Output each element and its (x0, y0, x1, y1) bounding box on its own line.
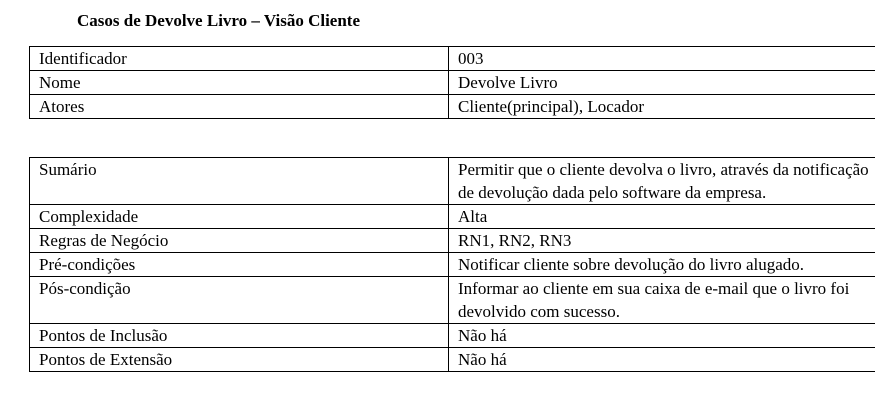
row-value-nome: Devolve Livro (448, 70, 875, 95)
use-case-identification-table: Identificador 003 Nome Devolve Livro Ato… (29, 46, 875, 119)
row-label-pos-condicao: Pós-condição (29, 276, 449, 324)
row-value-complexidade: Alta (448, 204, 875, 229)
table-row: Pré-condições Notificar cliente sobre de… (29, 252, 875, 277)
table-row: Identificador 003 (29, 46, 875, 71)
row-value-pre-condicoes: Notificar cliente sobre devolução do liv… (448, 252, 875, 277)
row-value-identificador: 003 (448, 46, 875, 71)
document-title: Casos de Devolve Livro – Visão Cliente (77, 11, 361, 30)
row-value-atores: Cliente(principal), Locador (448, 94, 875, 119)
row-value-pontos-de-extensao: Não há (448, 347, 875, 372)
table-row: Pontos de Inclusão Não há (29, 323, 875, 348)
row-value-sumario: Permitir que o cliente devolva o livro, … (448, 157, 875, 205)
row-label-sumario: Sumário (29, 157, 449, 205)
table-row: Pós-condição Informar ao cliente em sua … (29, 276, 875, 324)
row-label-pre-condicoes: Pré-condições (29, 252, 449, 277)
row-value-pos-condicao: Informar ao cliente em sua caixa de e-ma… (448, 276, 875, 324)
table-row: Atores Cliente(principal), Locador (29, 94, 875, 119)
row-label-atores: Atores (29, 94, 449, 119)
table-row: Regras de Negócio RN1, RN2, RN3 (29, 228, 875, 253)
row-label-complexidade: Complexidade (29, 204, 449, 229)
row-label-regras-de-negocio: Regras de Negócio (29, 228, 449, 253)
table-row: Nome Devolve Livro (29, 70, 875, 95)
row-label-identificador: Identificador (29, 46, 449, 71)
table-row: Complexidade Alta (29, 204, 875, 229)
table-row: Pontos de Extensão Não há (29, 347, 875, 372)
use-case-details-table: Sumário Permitir que o cliente devolva o… (29, 157, 875, 372)
row-label-pontos-de-extensao: Pontos de Extensão (29, 347, 449, 372)
row-label-nome: Nome (29, 70, 449, 95)
row-label-pontos-de-inclusao: Pontos de Inclusão (29, 323, 449, 348)
row-value-regras-de-negocio: RN1, RN2, RN3 (448, 228, 875, 253)
row-value-pontos-de-inclusao: Não há (448, 323, 875, 348)
table-row: Sumário Permitir que o cliente devolva o… (29, 157, 875, 205)
